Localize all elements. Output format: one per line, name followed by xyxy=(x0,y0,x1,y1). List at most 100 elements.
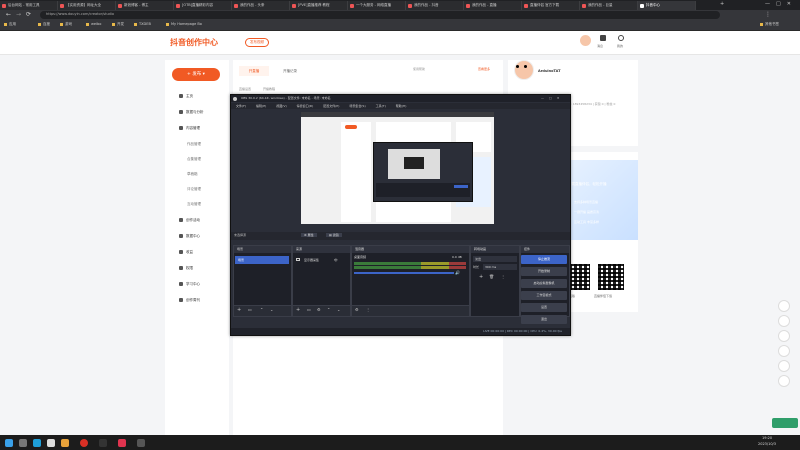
bell-icon[interactable] xyxy=(600,35,606,41)
nav-item[interactable]: 创作活动 xyxy=(179,218,200,223)
user-icon[interactable] xyxy=(618,35,624,41)
move-down-icon[interactable]: ⌄ xyxy=(337,307,340,312)
remove-icon[interactable]: ▭ xyxy=(248,307,252,312)
obs-menu-item[interactable]: 工具(T) xyxy=(376,104,386,108)
address-bar[interactable]: https://www.douyin.com/creator/studio xyxy=(40,11,720,19)
bookmark-item[interactable]: TXDEB xyxy=(134,22,151,26)
browser-tab[interactable]: 后台网站 - 常用工具 xyxy=(0,1,58,10)
browser-tab[interactable]: 【实用资源】网址大全 xyxy=(58,1,116,10)
bookmark-item[interactable]: weibo xyxy=(86,22,101,26)
nav-item[interactable]: 收益 xyxy=(179,250,193,255)
bookmark-item[interactable]: 游戏 xyxy=(60,22,72,27)
float-icon[interactable] xyxy=(778,330,790,342)
feedback-icon[interactable] xyxy=(778,375,790,387)
stop-streaming-button[interactable]: 停止推流 xyxy=(521,255,567,264)
obs-menu-item[interactable]: 视图(V) xyxy=(276,104,286,108)
add-icon[interactable]: + xyxy=(296,307,300,313)
browser-tab[interactable]: [OTB]直播精彩内容 xyxy=(174,1,232,10)
transition-select[interactable]: 淡出 xyxy=(473,256,517,262)
obs-window-controls[interactable]: —□✕ xyxy=(541,95,564,102)
folder-icon[interactable] xyxy=(61,439,69,447)
float-icon[interactable] xyxy=(778,300,790,312)
settings-button[interactable]: 设置 xyxy=(521,303,567,312)
menu-icon[interactable]: ⋮ xyxy=(765,11,771,18)
app-icon[interactable] xyxy=(137,439,145,447)
subnav-item[interactable]: 草稿箱 xyxy=(187,172,198,177)
gear-icon[interactable]: ⚙ xyxy=(317,307,321,312)
bookmark-item[interactable]: 百度 xyxy=(38,22,50,27)
move-up-icon[interactable]: ⌃ xyxy=(327,307,330,312)
visibility-icon[interactable]: 👁 xyxy=(334,256,338,264)
forward-icon[interactable]: → xyxy=(16,11,21,18)
content-link[interactable]: 开播教程 xyxy=(263,87,275,91)
app-icon[interactable] xyxy=(118,439,126,447)
source-item[interactable]: 显示器采集 👁 xyxy=(294,256,348,264)
reload-icon[interactable]: ⟳ xyxy=(26,11,31,18)
nav-item[interactable]: 权限 xyxy=(179,266,193,271)
obs-menu-item[interactable]: 场景集合(S) xyxy=(349,104,365,108)
nav-item[interactable]: 学习中心 xyxy=(179,282,200,287)
subnav-item[interactable]: 互动管理 xyxy=(187,202,201,207)
browser-tab[interactable]: [PVE]直播推荐 教程 xyxy=(290,1,348,10)
avatar[interactable] xyxy=(580,35,591,46)
gear-icon[interactable]: ⚙ xyxy=(355,307,359,312)
nav-item-data[interactable]: 数据与分析 xyxy=(179,110,204,115)
create-button[interactable]: + 发布 ▾ xyxy=(172,68,220,81)
content-link[interactable]: 直播设置 xyxy=(239,87,251,91)
speaker-icon[interactable]: 🔊 xyxy=(455,270,460,275)
browser-tab[interactable]: 一个大服务 - 网络直播 xyxy=(348,1,406,10)
more-icon[interactable]: ⋮ xyxy=(366,307,370,312)
subnav-item[interactable]: 作品管理 xyxy=(187,142,201,147)
chrome-icon[interactable] xyxy=(80,439,88,447)
chat-icon[interactable] xyxy=(778,360,790,372)
search-icon[interactable] xyxy=(19,439,27,447)
more-link[interactable]: 查看更多 xyxy=(478,67,490,71)
browser-tab[interactable]: 我的作品 - 直播 xyxy=(464,1,522,10)
browser-tab[interactable]: 直播伴侣 官方下载 xyxy=(522,1,580,10)
system-tray-popup[interactable] xyxy=(772,418,798,428)
float-icon[interactable] xyxy=(778,315,790,327)
tab-live[interactable]: 开直播 xyxy=(239,66,269,76)
trash-icon[interactable]: 🗑 xyxy=(489,274,494,279)
obs-menu-item[interactable]: 文件(F) xyxy=(236,104,246,108)
scene-item-selected[interactable]: 场景 xyxy=(235,256,289,264)
window-controls[interactable]: —□✕ xyxy=(765,1,797,7)
subnav-item[interactable]: 合集管理 xyxy=(187,157,201,162)
obs-menu-item[interactable]: 停靠窗口(D) xyxy=(297,104,314,108)
browser-tab[interactable]: 我的作品 - 头条 xyxy=(232,1,290,10)
filters-button[interactable]: ▤ 滤镜 xyxy=(326,233,342,237)
bookmark-item[interactable]: 其他书签 xyxy=(760,22,779,27)
headset-icon[interactable] xyxy=(778,345,790,357)
obs-menu-item[interactable]: 编辑(E) xyxy=(256,104,266,108)
bookmark-item[interactable]: 应用 xyxy=(4,22,16,27)
back-icon[interactable]: ← xyxy=(6,11,11,18)
volume-slider[interactable] xyxy=(354,272,454,274)
more-icon[interactable]: ⋮ xyxy=(501,274,505,279)
bookmark-item[interactable]: My Homepage Bo xyxy=(166,22,202,26)
add-icon[interactable]: + xyxy=(237,307,241,313)
browser-tab-active[interactable]: 抖音中心 xyxy=(638,1,696,10)
site-logo[interactable]: 抖音创作中心 xyxy=(170,37,218,48)
move-up-icon[interactable]: ⌃ xyxy=(260,307,263,312)
browser-tab[interactable]: 我的作品 - 巨量 xyxy=(580,1,638,10)
move-down-icon[interactable]: ⌄ xyxy=(270,307,273,312)
nav-item-content[interactable]: 内容管理 xyxy=(179,126,200,131)
start-recording-button[interactable]: 开始录制 xyxy=(521,267,567,276)
virtual-camera-button[interactable]: 启动虚拟摄像机 xyxy=(521,279,567,288)
obs-menu-item[interactable]: 配置文件(P) xyxy=(323,104,339,108)
remove-icon[interactable]: ▭ xyxy=(307,307,311,312)
upload-video-button[interactable]: 发布视频 xyxy=(245,38,269,47)
bookmark-item[interactable]: 开发 xyxy=(112,22,124,27)
duration-input[interactable]: 300 ms xyxy=(483,264,517,270)
nav-item[interactable]: 创作周刊 xyxy=(179,298,200,303)
browser-tab[interactable]: 新浪博客 - 博主 xyxy=(116,1,174,10)
header-link-me[interactable]: 我的 xyxy=(617,44,623,48)
nav-item-home[interactable]: 主页 xyxy=(179,94,193,99)
app-icon[interactable] xyxy=(47,439,55,447)
new-tab-button[interactable]: + xyxy=(720,1,724,7)
tab-live-records[interactable]: 开播记录 xyxy=(275,66,305,76)
nav-item[interactable]: 数据中心 xyxy=(179,234,200,239)
exit-button[interactable]: 退出 xyxy=(521,315,567,324)
obs-icon[interactable] xyxy=(99,439,107,447)
subnav-item[interactable]: 评论管理 xyxy=(187,187,201,192)
